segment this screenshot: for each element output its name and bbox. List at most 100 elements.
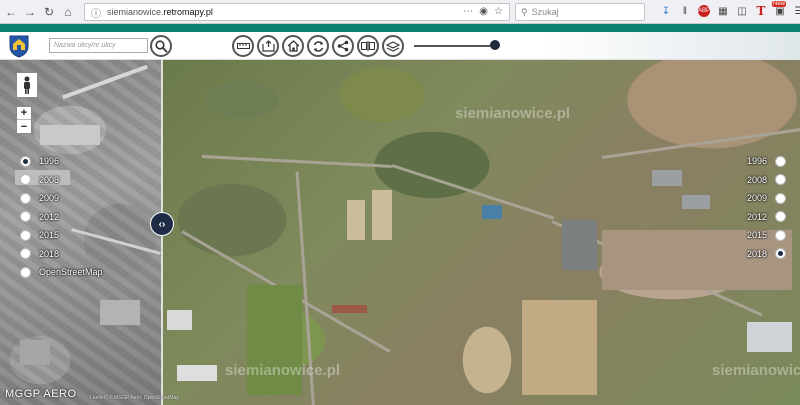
library-icon[interactable]: ‖ [679, 4, 691, 18]
zoom-in-button[interactable]: + [17, 107, 31, 120]
refresh-button[interactable] [307, 35, 329, 57]
export-icon [261, 40, 275, 52]
url-prefix: siemianowice. [107, 7, 164, 17]
radio-button[interactable] [20, 229, 31, 241]
layer-label: 2009 [746, 193, 767, 204]
building [167, 310, 192, 330]
download-icon[interactable]: ↧ [660, 4, 672, 18]
building [682, 195, 710, 209]
search-icon [154, 39, 168, 53]
map-attribution[interactable]: Leaflet | © MGGP Aero, OpenStreetMap [90, 395, 179, 401]
street-search-input[interactable] [49, 38, 148, 53]
back-icon[interactable]: ← [3, 4, 19, 20]
radio-button[interactable] [775, 174, 786, 186]
adblock-icon[interactable]: ABP [698, 5, 710, 17]
left-layer-selector: 1996 2008 2009 2012 2015 2018 OpenStreet… [20, 152, 103, 282]
share-button[interactable] [332, 35, 354, 57]
right-layer-option[interactable]: 1996 [747, 152, 786, 171]
street-view-pegman[interactable] [16, 72, 38, 98]
left-layer-option[interactable]: 1996 [20, 152, 103, 171]
zoom-out-button[interactable]: − [17, 120, 31, 133]
street-search-button[interactable] [150, 35, 172, 57]
radio-button[interactable] [775, 211, 786, 223]
layer-label: 2008 [39, 174, 60, 185]
compare-button[interactable] [357, 35, 379, 57]
railway [62, 64, 148, 100]
measure-button[interactable] [232, 35, 254, 57]
zoom-control: + − [16, 106, 32, 134]
radio-button[interactable] [775, 192, 786, 204]
left-layer-option[interactable]: OpenStreetMap [20, 263, 103, 282]
right-layer-option[interactable]: 2008 [747, 171, 786, 190]
layer-label: 2018 [39, 248, 60, 259]
watermark: siemianowice.pl [225, 362, 341, 379]
right-layer-option[interactable]: 2018 [747, 245, 786, 264]
building [332, 305, 367, 313]
field [347, 200, 365, 240]
layer-label: 2008 [746, 174, 767, 185]
opacity-slider-track[interactable] [414, 45, 496, 47]
left-layer-option[interactable]: 2015 [20, 226, 103, 245]
building [747, 322, 792, 352]
home-icon[interactable]: ⌂ [60, 4, 76, 20]
radio-button[interactable] [775, 248, 786, 260]
browser-toolbar: ← → ↻ ⌂ ⓘ siemianowice.retromapy.pl ⋯ ◉ … [0, 0, 800, 24]
radio-button[interactable] [775, 229, 786, 241]
radio-button[interactable] [20, 192, 31, 204]
url-text: siemianowice.retromapy.pl [107, 7, 213, 17]
translate-icon[interactable]: T [755, 4, 767, 18]
opacity-slider-thumb[interactable] [490, 40, 500, 50]
compare-slider-handle[interactable]: ‹› [150, 212, 174, 236]
person-icon [24, 76, 30, 94]
building [40, 125, 100, 145]
right-layer-selector: 1996 2008 2009 2012 2015 2018 [747, 152, 786, 263]
browser-search-placeholder: Szukaj [531, 7, 559, 17]
layer-label: 1996 [746, 156, 767, 167]
left-layer-option[interactable]: 2018 [20, 245, 103, 264]
left-layer-option[interactable]: 2009 [20, 189, 103, 208]
reader-icon[interactable]: ▦ [717, 4, 729, 18]
city-crest-logo[interactable] [8, 34, 30, 58]
layer-label: OpenStreetMap [39, 267, 103, 278]
right-layer-option[interactable]: 2015 [747, 226, 786, 245]
search-icon: ⚲ [521, 6, 528, 17]
left-layer-option[interactable]: 2008 [20, 171, 103, 190]
refresh-icon [313, 40, 323, 52]
sidebar-icon[interactable]: ◫ [736, 4, 748, 18]
export-button[interactable] [257, 35, 279, 57]
layers-icon [386, 40, 400, 52]
url-domain: retromapy.pl [163, 7, 213, 17]
layer-label: 2015 [39, 230, 60, 241]
map-viewport[interactable]: ‹› + − 1996 2008 2009 2012 2015 2018 Ope… [0, 60, 800, 405]
watermark: siemianowice.pl [455, 105, 571, 122]
menu-dots-icon[interactable]: ⋯ [463, 6, 473, 17]
radio-button[interactable] [20, 155, 31, 167]
split-view-icon [361, 41, 375, 51]
forward-icon[interactable]: → [22, 4, 38, 20]
address-bar[interactable]: ⓘ siemianowice.retromapy.pl ⋯ ◉ ☆ [84, 3, 510, 21]
radio-button[interactable] [20, 248, 31, 260]
building [177, 365, 217, 381]
left-layer-option[interactable]: 2012 [20, 208, 103, 227]
accent-strip [0, 24, 800, 32]
pocket-icon[interactable]: ◉ [479, 6, 488, 17]
layers-button[interactable] [382, 35, 404, 57]
url-actions: ⋯ ◉ ☆ [463, 6, 503, 17]
right-layer-option[interactable]: 2012 [747, 208, 786, 227]
browser-search-box[interactable]: ⚲ Szukaj [515, 3, 645, 21]
reload-icon[interactable]: ↻ [41, 4, 57, 20]
new-extension-icon[interactable]: New ▣ [772, 1, 787, 18]
ruler-icon [236, 43, 250, 49]
layer-label: 2012 [746, 211, 767, 222]
layer-label: 2009 [39, 193, 60, 204]
star-icon[interactable]: ☆ [494, 6, 503, 17]
radio-button[interactable] [20, 266, 31, 278]
right-layer-option[interactable]: 2009 [747, 189, 786, 208]
road [201, 155, 392, 168]
hamburger-menu-icon[interactable]: ☰ [793, 4, 800, 18]
home-icon [287, 40, 299, 52]
radio-button[interactable] [20, 211, 31, 223]
radio-button[interactable] [775, 155, 786, 167]
radio-button[interactable] [20, 174, 31, 186]
home-view-button[interactable] [282, 35, 304, 57]
